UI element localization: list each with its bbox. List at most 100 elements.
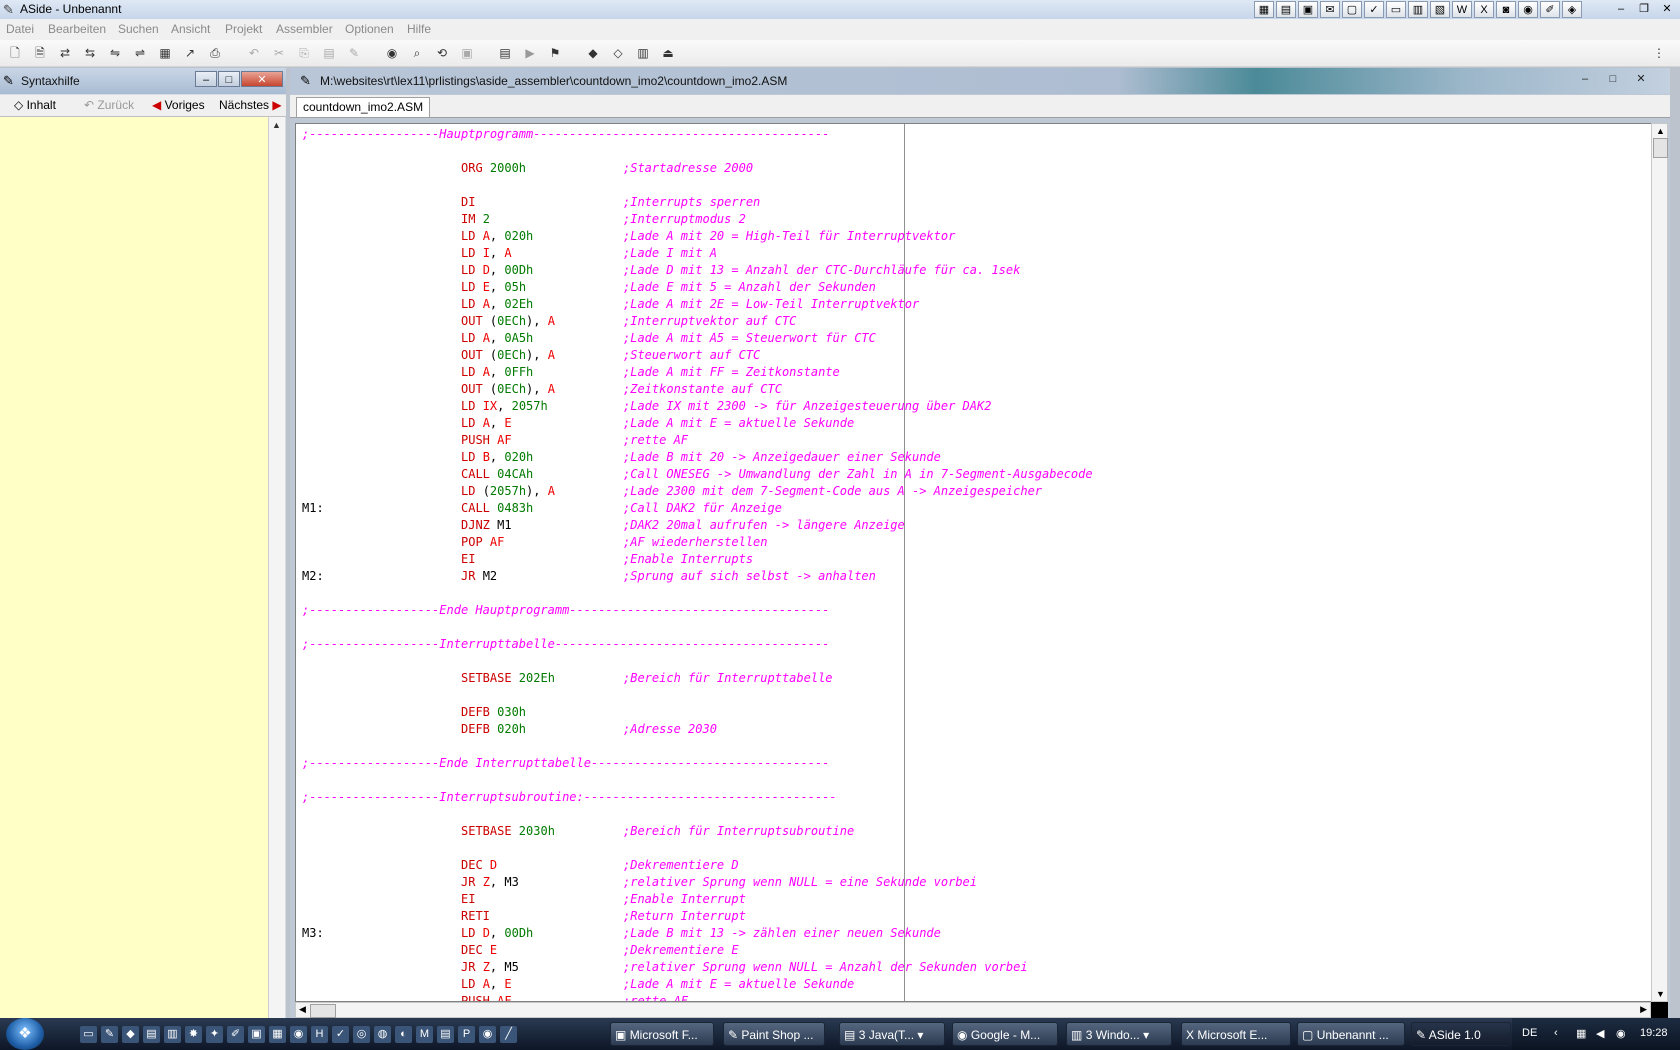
app-shortcut-icon[interactable]: ▦: [1254, 1, 1274, 18]
scroll-thumb[interactable]: [310, 1004, 336, 1018]
maximize-icon[interactable]: □: [218, 71, 240, 87]
check-icon[interactable]: ✓: [1364, 1, 1384, 18]
zurueck-button[interactable]: ↶ Zurück: [84, 97, 134, 114]
save-icon[interactable]: ⇄: [56, 45, 74, 61]
editor-vertical-scrollbar[interactable]: ▲ ▼: [1651, 123, 1668, 1002]
word-icon[interactable]: W: [1452, 1, 1472, 18]
app-shortcut-icon[interactable]: ◙: [1496, 1, 1516, 18]
app-icon[interactable]: ▥: [164, 1026, 181, 1043]
export-icon[interactable]: ↗: [181, 45, 199, 61]
close-file-icon[interactable]: ⇋: [106, 45, 124, 61]
editor-horizontal-scrollbar[interactable]: ◀ ▶: [295, 1002, 1651, 1018]
menu-ansicht[interactable]: Ansicht: [171, 22, 210, 36]
task-paint-shop[interactable]: ✎ Paint Shop ...: [723, 1022, 825, 1046]
app-shortcut-icon[interactable]: ◉: [1518, 1, 1538, 18]
app-shortcut-icon[interactable]: ✐: [1540, 1, 1560, 18]
app-icon[interactable]: ✦: [206, 1026, 223, 1043]
toolbar-options-icon[interactable]: ⋮: [1650, 45, 1668, 61]
find-icon[interactable]: ⌕: [408, 45, 426, 61]
app-shortcut-icon[interactable]: ▤: [1276, 1, 1296, 18]
scroll-right-icon[interactable]: ▶: [1640, 1004, 1647, 1015]
excel-icon[interactable]: X: [1474, 1, 1494, 18]
app-icon[interactable]: ◆: [122, 1026, 139, 1043]
show-desktop-icon[interactable]: ▭: [80, 1026, 97, 1043]
app-icon[interactable]: ▣: [248, 1026, 265, 1043]
clear-icon[interactable]: ◇: [609, 45, 627, 61]
naechstes-button[interactable]: Nächstes ▶: [219, 97, 282, 114]
print-icon[interactable]: ⎙: [206, 45, 224, 61]
tab-countdown-imo2[interactable]: countdown_imo2.ASM: [296, 97, 431, 117]
app-icon[interactable]: H: [311, 1026, 328, 1043]
app-icon[interactable]: ◉: [479, 1026, 496, 1043]
chevron-left-icon[interactable]: ‹: [1554, 1027, 1558, 1039]
close-icon[interactable]: ✕: [1628, 71, 1654, 87]
voriges-button[interactable]: ◀ Voriges: [152, 97, 205, 114]
restore-icon[interactable]: ❐: [1633, 1, 1655, 17]
replace-icon[interactable]: ⟲: [433, 45, 451, 61]
project-save-icon[interactable]: ▦: [156, 45, 174, 61]
close-icon[interactable]: ✕: [1656, 1, 1678, 17]
close-icon[interactable]: ✕: [241, 71, 283, 87]
language-indicator[interactable]: DE: [1522, 1027, 1537, 1039]
app-icon[interactable]: ▤: [143, 1026, 160, 1043]
start-button[interactable]: ❖: [6, 1018, 44, 1050]
app-icon[interactable]: ◉: [290, 1026, 307, 1043]
app-icon[interactable]: ✓: [332, 1026, 349, 1043]
volume-icon[interactable]: ◀: [1596, 1027, 1604, 1040]
undo-icon[interactable]: ↶: [245, 45, 263, 61]
app-icon[interactable]: ▤: [437, 1026, 454, 1043]
app-icon[interactable]: ✸: [185, 1026, 202, 1043]
app-icon[interactable]: ◐: [395, 1026, 412, 1043]
syntax-help-scrollbar[interactable]: ▲: [268, 117, 285, 1018]
menu-optionen[interactable]: Optionen: [345, 22, 394, 36]
minimize-icon[interactable]: ‒: [195, 71, 217, 87]
view-icon[interactable]: ◉: [383, 45, 401, 61]
app-icon[interactable]: ✎: [101, 1026, 118, 1043]
clock[interactable]: 19:28: [1640, 1027, 1668, 1039]
task-google[interactable]: ◉ Google - M...: [952, 1022, 1058, 1046]
task-aside[interactable]: ✎ ASide 1.0: [1411, 1022, 1511, 1046]
app-icon[interactable]: ✐: [227, 1026, 244, 1043]
minimize-icon[interactable]: ‒: [1610, 1, 1632, 17]
menu-datei[interactable]: Datei: [6, 22, 34, 36]
app-shortcut-icon[interactable]: ▥: [1408, 1, 1428, 18]
mail-icon[interactable]: ✉: [1320, 1, 1340, 18]
network-icon[interactable]: ▦: [1576, 1027, 1586, 1040]
inhalt-button[interactable]: ◇ Inhalt: [14, 97, 56, 114]
assemble-icon[interactable]: ▤: [496, 45, 514, 61]
app-icon[interactable]: ╱: [500, 1026, 517, 1043]
task-unbenannt[interactable]: ▢ Unbenannt ...: [1297, 1022, 1405, 1046]
paste-icon[interactable]: ▤: [320, 45, 338, 61]
menu-projekt[interactable]: Projekt: [225, 22, 262, 36]
app-shortcut-icon[interactable]: ▧: [1430, 1, 1450, 18]
debug-icon[interactable]: ⚑: [546, 45, 564, 61]
exit-icon[interactable]: ⏏: [659, 45, 677, 61]
app-shortcut-icon[interactable]: ▭: [1386, 1, 1406, 18]
scroll-up-icon[interactable]: ▲: [272, 120, 281, 130]
task-microsoft-f[interactable]: ▣ Microsoft F...: [610, 1022, 714, 1046]
app-shortcut-icon[interactable]: ▣: [1298, 1, 1318, 18]
menu-suchen[interactable]: Suchen: [118, 22, 159, 36]
menu-bearbeiten[interactable]: Bearbeiten: [48, 22, 106, 36]
app-icon[interactable]: M: [416, 1026, 433, 1043]
task-microsoft-e[interactable]: X Microsoft E...: [1181, 1022, 1291, 1046]
scroll-thumb[interactable]: [1653, 138, 1668, 158]
minimize-icon[interactable]: ‒: [1572, 71, 1598, 87]
code-editor[interactable]: ;------------------Hauptprogramm--------…: [295, 123, 1653, 1002]
task-java[interactable]: ▤ 3 Java(T... ▾: [839, 1022, 945, 1046]
new-file-icon[interactable]: 🗋: [6, 45, 24, 61]
app-icon[interactable]: ▦: [269, 1026, 286, 1043]
menu-assembler[interactable]: Assembler: [276, 22, 333, 36]
app-icon[interactable]: P: [458, 1026, 475, 1043]
scroll-left-icon[interactable]: ◀: [299, 1004, 306, 1015]
delete-icon[interactable]: ✎: [345, 45, 363, 61]
eraser-icon[interactable]: ◆: [584, 45, 602, 61]
app-icon[interactable]: ◎: [353, 1026, 370, 1043]
app-shortcut-icon[interactable]: ▢: [1342, 1, 1362, 18]
copy-icon[interactable]: ⎘: [295, 45, 313, 61]
security-icon[interactable]: ◉: [1616, 1027, 1626, 1040]
open-file-icon[interactable]: 🗎: [31, 45, 49, 61]
menu-hilfe[interactable]: Hilfe: [407, 22, 431, 36]
save-all-icon[interactable]: ⇆: [81, 45, 99, 61]
book-icon[interactable]: ▥: [634, 45, 652, 61]
